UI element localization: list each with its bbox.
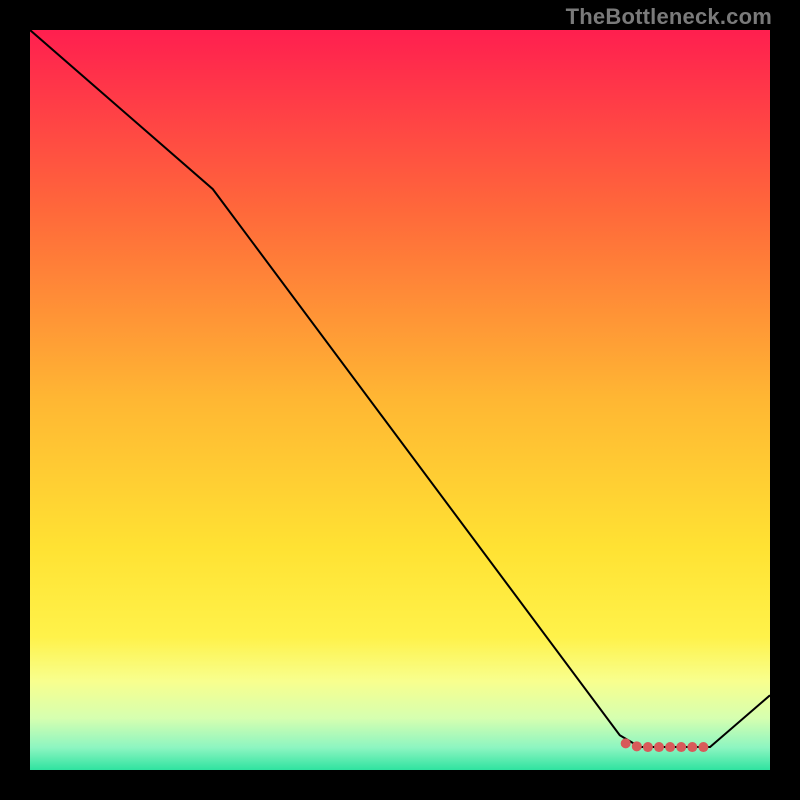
marker-point [654,742,664,752]
watermark-text: TheBottleneck.com [566,4,772,30]
chart-plot [30,30,770,770]
chart-frame: TheBottleneck.com [0,0,800,800]
marker-point [621,738,631,748]
gradient-background [30,30,770,770]
marker-point [676,742,686,752]
marker-point [643,742,653,752]
marker-point [698,742,708,752]
marker-point [632,741,642,751]
marker-point [687,742,697,752]
marker-point [665,742,675,752]
